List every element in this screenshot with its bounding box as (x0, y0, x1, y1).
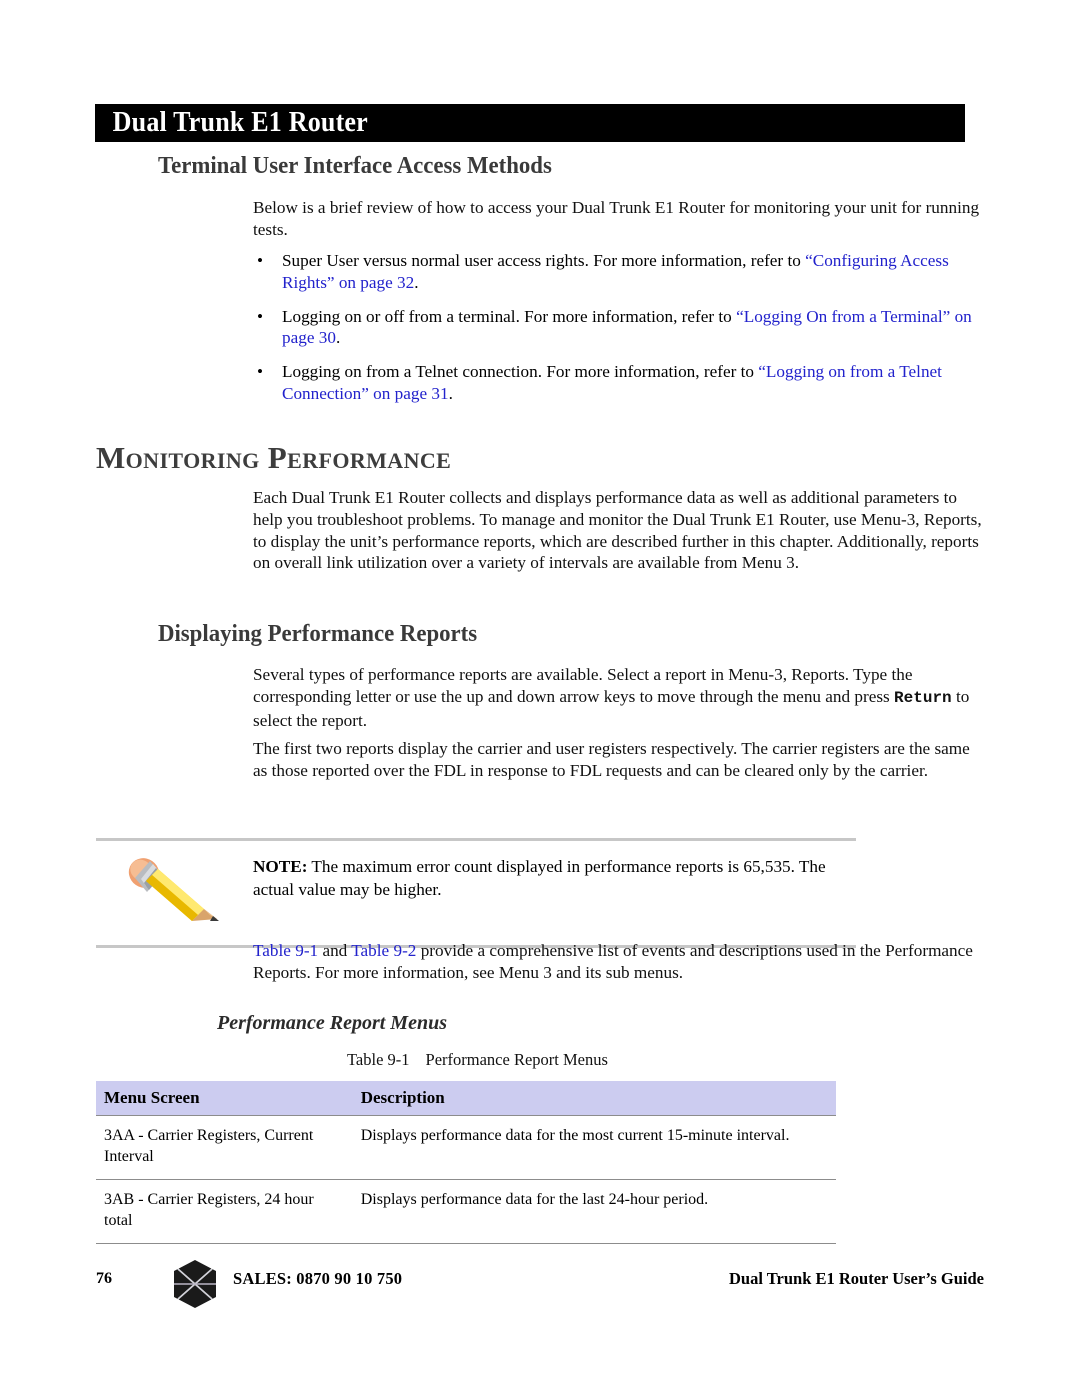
heading-monitoring-performance: Monitoring Performance (96, 440, 452, 475)
list-item-text-tail: . (414, 272, 419, 292)
cell-description: Displays performance data for the last 2… (352, 1179, 836, 1244)
list-item-text-tail: . (448, 383, 453, 403)
heading-performance-report-menus: Performance Report Menus (217, 1012, 447, 1034)
cell-menu-screen: 3AB - Carrier Registers, 24 hour total (96, 1179, 353, 1244)
table-caption: Table 9-1 Performance Report Menus (347, 1050, 608, 1070)
note-label: NOTE: (253, 857, 308, 876)
note-text: NOTE: The maximum error count displayed … (253, 855, 853, 901)
note-body-text: The maximum error count displayed in per… (253, 857, 826, 899)
column-header-menu-screen: Menu Screen (96, 1081, 353, 1116)
document-page: Dual Trunk E1 Router Terminal User Inter… (0, 0, 1080, 1397)
paragraph-intro: Below is a brief review of how to access… (253, 198, 980, 239)
table-header-row: Menu Screen Description (96, 1081, 836, 1116)
paragraph-tables-mid: and (318, 941, 352, 960)
paragraph-several-types: Several types of performance reports are… (253, 664, 986, 731)
bullet-marker: • (257, 306, 264, 326)
performance-report-menus-table: Menu Screen Description 3AA - Carrier Re… (96, 1081, 836, 1244)
cell-description: Displays performance data for the most c… (352, 1115, 836, 1180)
key-return: Return (894, 688, 952, 707)
running-head-bar: Dual Trunk E1 Router (95, 104, 965, 142)
running-head-title: Dual Trunk E1 Router (112, 107, 368, 138)
list-item: • Logging on or off from a terminal. For… (253, 306, 986, 350)
paragraph-first-two-reports: The first two reports display the carrie… (253, 739, 970, 780)
heading-displaying-reports: Displaying Performance Reports (158, 621, 478, 647)
footer-sales-contact: SALES: 0870 90 10 750 (233, 1269, 403, 1288)
table-row: 3AA - Carrier Registers, Current Interva… (96, 1115, 836, 1180)
paragraph-monitoring: Each Dual Trunk E1 Router collects and d… (253, 488, 982, 573)
paragraph-table-references: Table 9-1 and Table 9-2 provide a compre… (253, 940, 986, 984)
list-item-text: Logging on or off from a terminal. For m… (282, 306, 737, 326)
list-item-text: Super User versus normal user access rig… (282, 251, 806, 270)
hexagon-diamond-logo (174, 1260, 216, 1308)
xref-link-table-9-2[interactable]: Table 9-2 (351, 941, 416, 960)
bullet-marker: • (257, 251, 264, 270)
pencil-icon (128, 858, 219, 921)
footer-guide-title: Dual Trunk E1 Router User’s Guide (728, 1269, 984, 1288)
heading-terminal-access: Terminal User Interface Access Methods (158, 153, 552, 179)
table-row: 3AB - Carrier Registers, 24 hour total D… (96, 1179, 836, 1244)
bullet-marker: • (257, 362, 264, 382)
page-footer: 76 SALES: 0870 90 10 750 Dual Trunk E1 R… (0, 1260, 1080, 1309)
table-caption-number: Table 9-1 (347, 1050, 410, 1069)
xref-link-table-9-1[interactable]: Table 9-1 (253, 941, 318, 960)
paragraph-several-pre: Several types of performance reports are… (253, 665, 913, 706)
list-item: • Super User versus normal user access r… (253, 250, 986, 294)
access-methods-list: • Super User versus normal user access r… (253, 250, 986, 417)
list-item-text-tail: . (335, 328, 341, 348)
page-number: 76 (96, 1270, 112, 1287)
note-body: NOTE: The maximum error count displayed … (96, 841, 856, 945)
table-caption-title: Performance Report Menus (425, 1050, 608, 1069)
column-header-description: Description (352, 1081, 836, 1116)
list-item-text: Logging on from a Telnet connection. For… (282, 362, 759, 382)
cell-menu-screen: 3AA - Carrier Registers, Current Interva… (96, 1115, 353, 1180)
note-block: NOTE: The maximum error count displayed … (96, 838, 856, 948)
list-item: • Logging on from a Telnet connection. F… (253, 361, 986, 405)
